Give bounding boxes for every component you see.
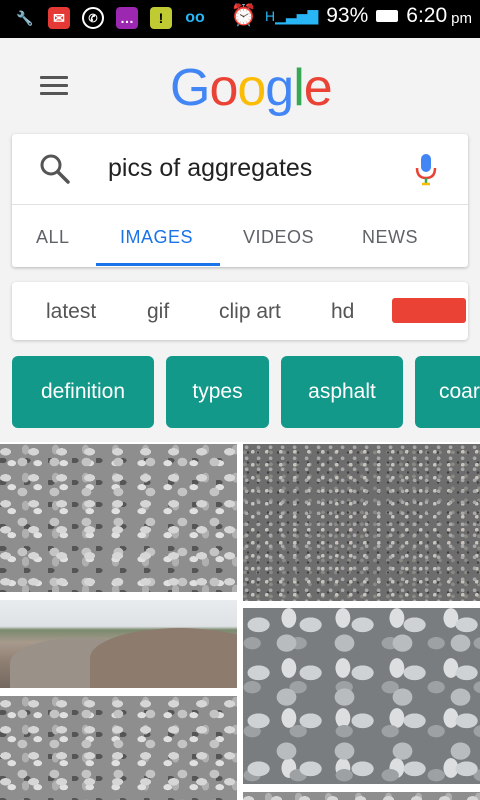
wrench-icon: 🔧 (16, 9, 34, 26)
image-result[interactable] (0, 600, 237, 688)
network-type: H (265, 7, 276, 24)
warning-icon: ! (150, 7, 172, 29)
chip-definition[interactable]: definition (12, 356, 154, 428)
search-icon[interactable] (38, 152, 72, 186)
image-result[interactable] (0, 696, 237, 800)
battery-icon (376, 10, 399, 22)
clock-ampm: pm (451, 9, 472, 27)
image-result[interactable] (0, 444, 237, 592)
image-result[interactable] (243, 608, 480, 784)
clock: 6:20 (406, 4, 448, 27)
tab-news[interactable]: NEWS (362, 227, 418, 248)
search-input[interactable]: pics of aggregates (108, 154, 312, 183)
battery-percent: 93% (326, 4, 369, 27)
refine-gif[interactable]: gif (147, 300, 169, 324)
refine-latest[interactable]: latest (46, 300, 96, 324)
active-tab-indicator (96, 263, 220, 266)
tab-images[interactable]: IMAGES (120, 227, 193, 248)
suggestion-chips: definition types asphalt coar (0, 356, 480, 428)
voicemail-icon: oo (185, 9, 205, 26)
chip-coarse[interactable]: coar (415, 356, 480, 428)
chip-asphalt[interactable]: asphalt (281, 356, 403, 428)
color-filter-red[interactable] (392, 298, 466, 323)
search-tabs: ALL IMAGES VIDEOS NEWS (12, 205, 468, 267)
menu-icon[interactable] (40, 76, 68, 96)
image-result[interactable] (243, 444, 480, 601)
chat-icon: … (116, 7, 138, 29)
tab-videos[interactable]: VIDEOS (243, 227, 314, 248)
chip-types[interactable]: types (166, 356, 269, 428)
status-bar: 🔧 ✉ ✆ … ! oo ⏰ H▁▃▅▇ 93% 6:20 pm (0, 0, 480, 38)
refine-clip-art[interactable]: clip art (219, 300, 281, 324)
image-result[interactable] (243, 792, 480, 800)
search-bar[interactable]: pics of aggregates (12, 134, 468, 205)
google-logo[interactable]: Google (170, 58, 333, 118)
alarm-icon: ⏰ (230, 4, 258, 27)
signal-icon: H▁▃▅▇ (265, 7, 319, 24)
whatsapp-icon: ✆ (82, 7, 104, 29)
image-results-grid (0, 442, 480, 800)
refine-hd[interactable]: hd (331, 300, 354, 324)
app-icon: ✉ (48, 7, 70, 29)
microphone-icon[interactable] (414, 152, 438, 188)
search-card: pics of aggregates ALL IMAGES VIDEOS NEW… (12, 134, 468, 267)
refine-bar: latest gif clip art hd (12, 282, 468, 340)
tab-all[interactable]: ALL (36, 227, 70, 248)
